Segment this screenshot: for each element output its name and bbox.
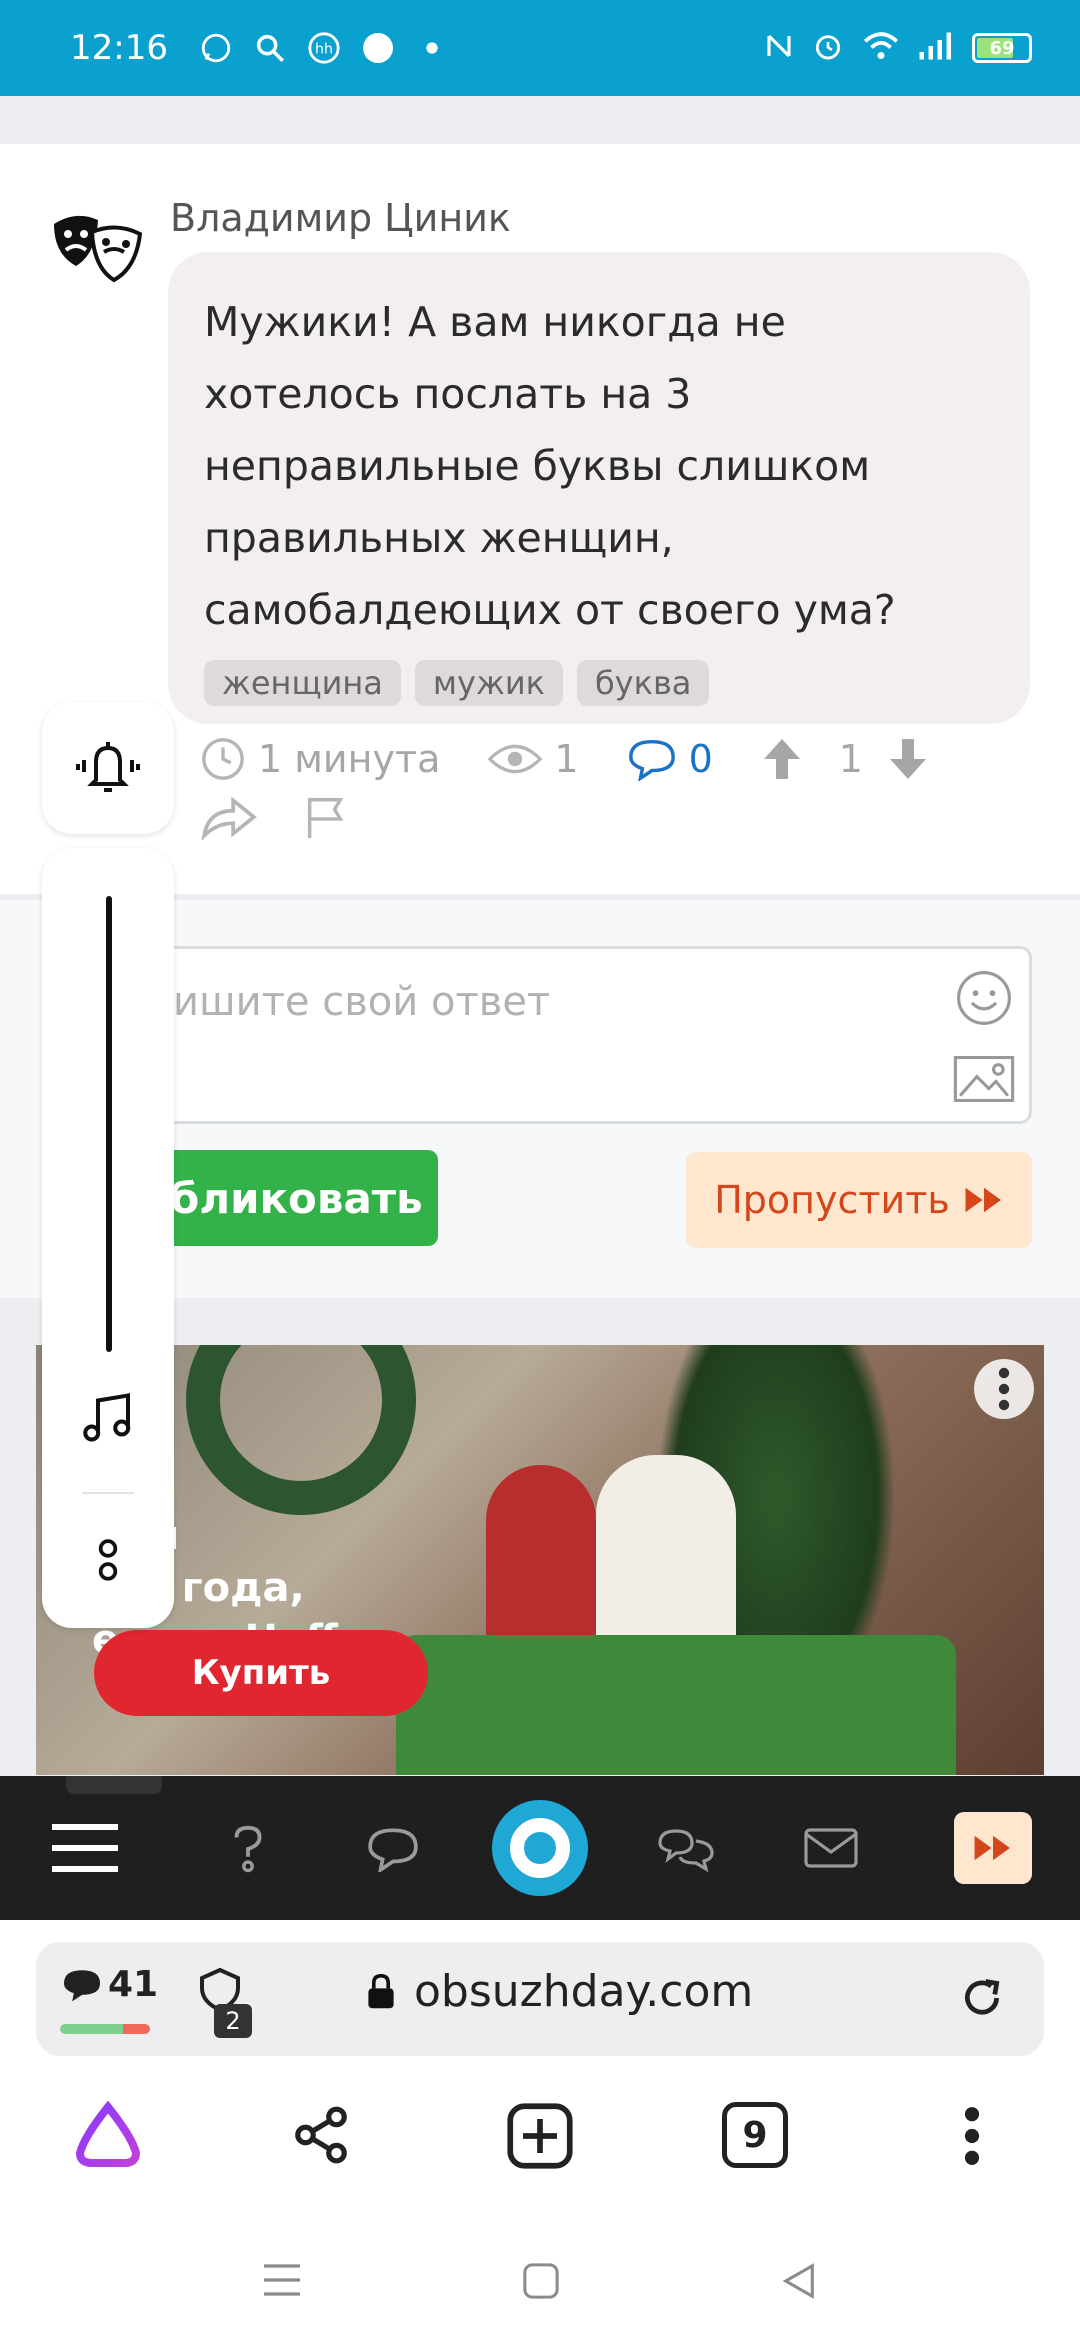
nfc-icon xyxy=(764,31,794,65)
message-bubble: Мужики! А вам никогда не хотелось послат… xyxy=(168,252,1030,724)
status-bar: 12:16 hh 69 xyxy=(0,0,1080,96)
battery-icon: 69 xyxy=(972,33,1032,63)
more-menu-icon[interactable] xyxy=(962,2106,982,2170)
shield-count-badge: 2 xyxy=(214,2004,252,2038)
address-bar[interactable]: 41 2 obsuzhday.com xyxy=(36,1942,1044,2056)
tag-list: женщина мужик буква xyxy=(204,660,994,706)
rating-count: 1 xyxy=(838,737,863,781)
skip-button[interactable]: Пропустить xyxy=(686,1152,1032,1248)
comment-filled-icon xyxy=(64,1969,100,2001)
comment-icon xyxy=(628,739,675,781)
reply-placeholder: ишите свой ответ xyxy=(173,979,551,1025)
nav-tab-indicator xyxy=(66,1776,162,1794)
home-icon[interactable] xyxy=(522,2262,560,2304)
arrow-down-icon xyxy=(889,739,926,779)
image-icon[interactable] xyxy=(953,1055,1015,1107)
discussions-icon[interactable] xyxy=(656,1826,716,1876)
chat-icon[interactable] xyxy=(366,1826,420,1876)
tag-item[interactable]: буква xyxy=(576,660,710,706)
tag-item[interactable]: мужик xyxy=(414,660,563,706)
mail-icon[interactable] xyxy=(804,1828,858,1872)
share-icon[interactable] xyxy=(290,2104,352,2170)
alice-assistant-icon[interactable] xyxy=(72,2100,144,2174)
back-icon[interactable] xyxy=(780,2262,818,2304)
post-time: 1 минута xyxy=(200,736,440,782)
ad-person xyxy=(596,1455,736,1655)
rating-bar xyxy=(60,2024,150,2034)
post-meta: 1 минута 1 0 1 xyxy=(200,736,989,782)
music-note-icon[interactable] xyxy=(78,1388,138,1452)
message-text: Мужики! А вам никогда не хотелось послат… xyxy=(204,298,896,634)
skip-forward-button[interactable] xyxy=(954,1812,1032,1884)
eye-icon xyxy=(488,744,543,774)
clock-icon xyxy=(202,738,244,780)
recent-apps-icon[interactable] xyxy=(262,2262,302,2302)
ad-wreath xyxy=(186,1345,416,1515)
arrow-up-icon xyxy=(763,739,800,779)
comments-counter[interactable]: 41 xyxy=(62,1964,158,2005)
new-tab-icon[interactable] xyxy=(506,2102,574,2174)
share-icon[interactable] xyxy=(200,794,258,844)
post-actions xyxy=(200,794,350,844)
audio-player-widget[interactable] xyxy=(42,848,174,1628)
site-bottom-nav xyxy=(0,1776,1080,1920)
browser-chrome: 41 2 obsuzhday.com 9 xyxy=(0,1920,1080,2340)
ad-banner[interactable]: для ого года, есть в Hoff Купить xyxy=(36,1345,1044,1775)
home-logo-button[interactable] xyxy=(492,1800,588,1896)
buy-button[interactable]: Купить xyxy=(94,1630,428,1716)
signal-icon xyxy=(918,31,954,65)
notification-bell-button[interactable] xyxy=(42,702,174,834)
divider xyxy=(82,1492,134,1494)
browser-toolbar: 9 xyxy=(0,2100,1080,2200)
tag-item[interactable]: женщина xyxy=(204,660,401,706)
fast-forward-icon xyxy=(965,1187,1001,1213)
tabs-button[interactable]: 9 xyxy=(722,2102,788,2168)
bell-icon xyxy=(76,742,140,792)
flag-icon[interactable] xyxy=(300,794,350,844)
avatar[interactable] xyxy=(46,202,146,302)
wifi-icon xyxy=(862,30,900,66)
more-options-icon[interactable] xyxy=(974,1359,1034,1419)
svg-text:hh: hh xyxy=(315,42,333,58)
post-comments[interactable]: 0 xyxy=(627,737,713,781)
emoji-icon[interactable] xyxy=(955,969,1013,1031)
menu-icon[interactable] xyxy=(52,1820,118,1880)
alarm-icon xyxy=(812,30,844,66)
hh-icon: hh xyxy=(304,28,344,68)
url-display[interactable]: obsuzhday.com xyxy=(366,1966,753,2017)
dot-icon xyxy=(412,28,452,68)
reply-input[interactable]: ишите свой ответ xyxy=(120,946,1032,1124)
clock: 12:16 xyxy=(70,28,168,68)
reload-icon[interactable] xyxy=(960,1976,1004,2024)
more-icon[interactable] xyxy=(92,1538,124,1588)
volume-slider[interactable] xyxy=(106,896,112,1352)
post-views: 1 xyxy=(488,737,579,781)
whatsapp-icon xyxy=(196,28,236,68)
ad-table xyxy=(396,1635,956,1775)
system-navigation-bar xyxy=(0,2232,1080,2340)
chat-bubble-icon xyxy=(358,28,398,68)
vote-down[interactable] xyxy=(887,737,941,781)
vote-up[interactable] xyxy=(761,737,815,781)
question-icon[interactable] xyxy=(228,1824,268,1878)
lock-icon xyxy=(368,1973,394,2008)
fast-forward-icon xyxy=(974,1835,1010,1861)
search-icon xyxy=(250,28,290,68)
author-name[interactable]: Владимир Циник xyxy=(170,196,511,240)
